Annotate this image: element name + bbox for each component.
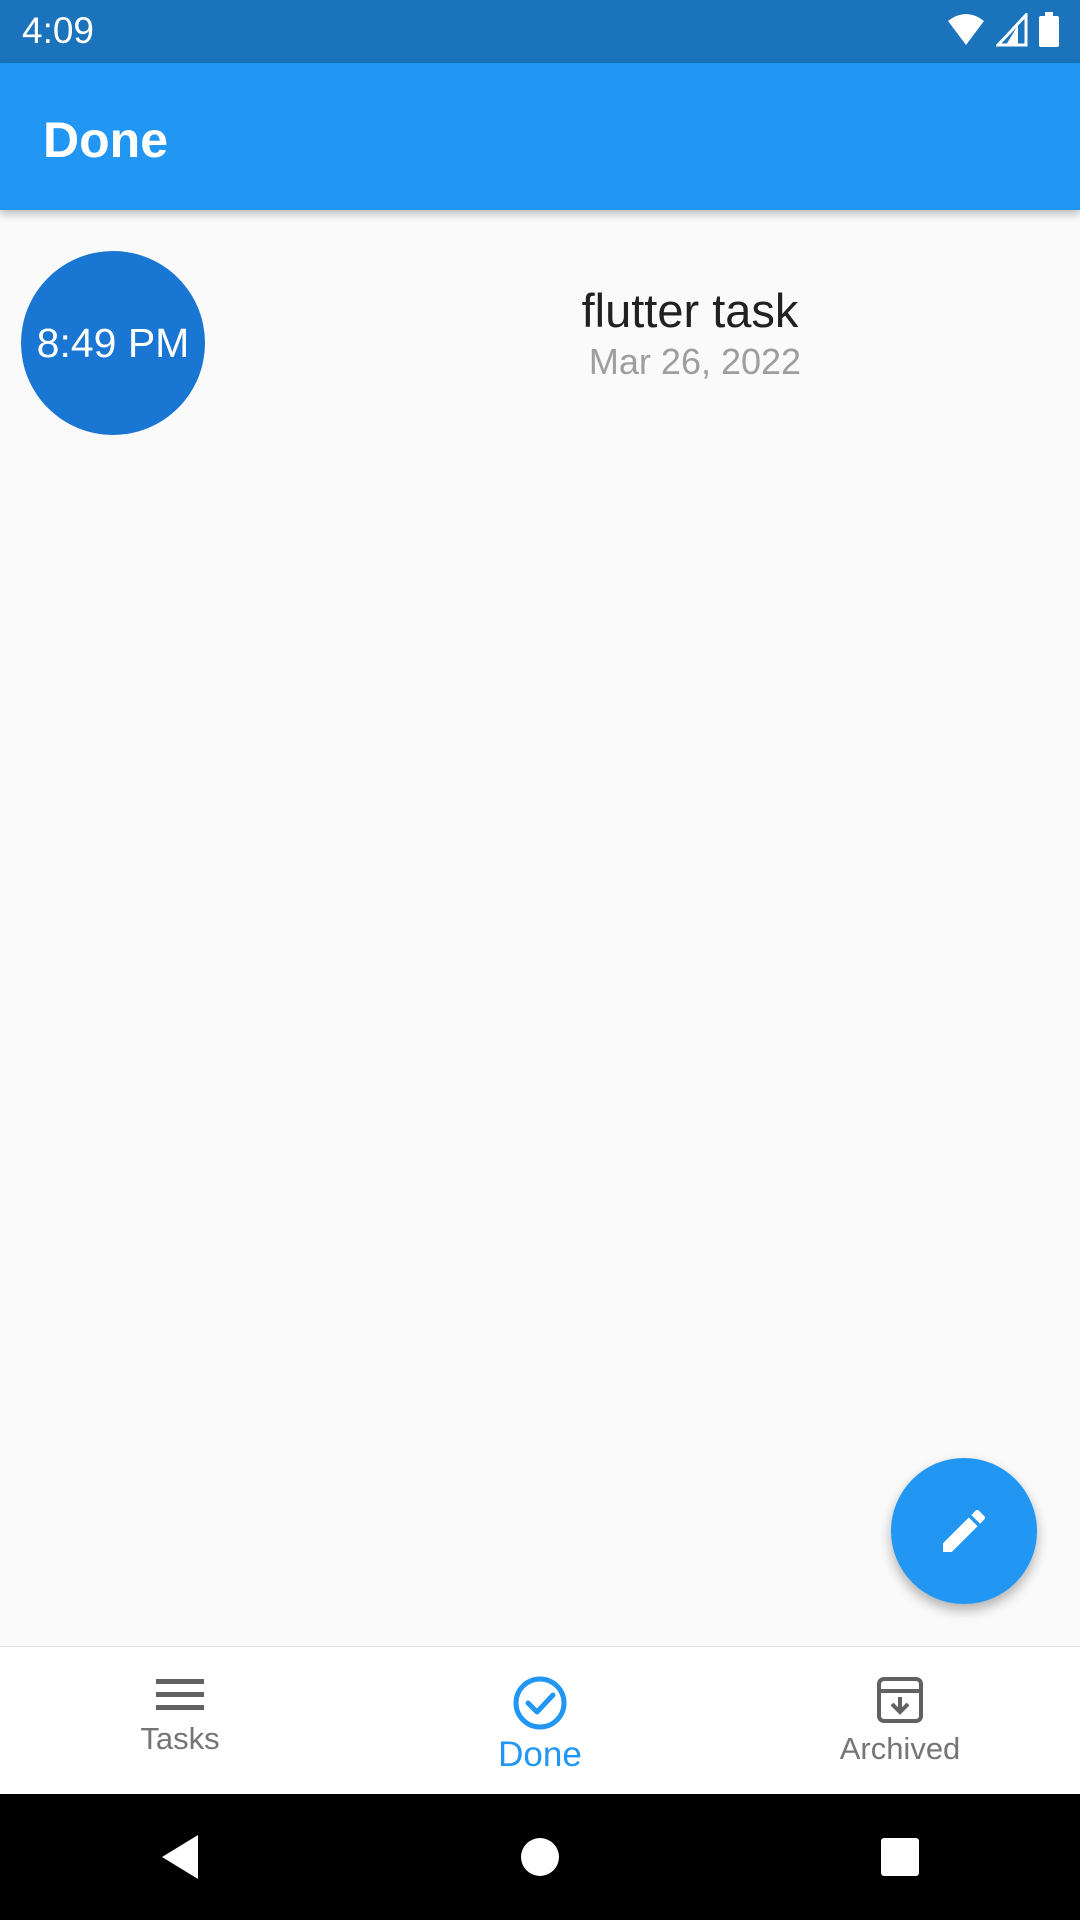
task-time: 8:49 PM [36, 319, 190, 366]
task-list: 8:49 PM flutter task Mar 26, 2022 [0, 210, 1080, 1646]
page-title: Done [43, 112, 168, 168]
system-navigation-bar [0, 1794, 1080, 1920]
add-task-button[interactable] [891, 1458, 1037, 1604]
task-time-badge: 8:49 PM [21, 251, 205, 435]
task-text: flutter task Mar 26, 2022 [210, 285, 1080, 383]
home-icon [521, 1838, 559, 1876]
task-title: flutter task [581, 284, 799, 337]
recents-icon [881, 1838, 919, 1876]
nav-label-tasks: Tasks [140, 1721, 220, 1756]
edit-icon [943, 1509, 986, 1552]
archive-icon [877, 1677, 923, 1723]
app-bar: Done [0, 63, 1080, 210]
back-icon [162, 1835, 198, 1879]
battery-icon [1039, 12, 1059, 47]
menu-icon [156, 1679, 204, 1710]
bottom-navigation: Tasks Done Archived [0, 1646, 1080, 1795]
home-button[interactable] [480, 1797, 600, 1917]
nav-item-tasks[interactable]: Tasks [0, 1647, 360, 1795]
recents-button[interactable] [840, 1797, 960, 1917]
task-date: Mar 26, 2022 [588, 340, 802, 382]
status-bar: 4:09 [0, 0, 1080, 63]
status-icons [946, 12, 1060, 48]
nav-item-archived[interactable]: Archived [720, 1647, 1080, 1795]
back-button[interactable] [120, 1797, 240, 1917]
nav-item-done[interactable]: Done [360, 1647, 720, 1795]
signal-icon [996, 13, 1028, 47]
wifi-icon [948, 14, 984, 45]
nav-label-archived: Archived [839, 1731, 961, 1766]
check-circle-icon [513, 1676, 567, 1730]
task-item[interactable]: 8:49 PM flutter task Mar 26, 2022 [0, 230, 1080, 435]
status-time: 4:09 [22, 10, 95, 51]
nav-label-done: Done [498, 1735, 582, 1774]
